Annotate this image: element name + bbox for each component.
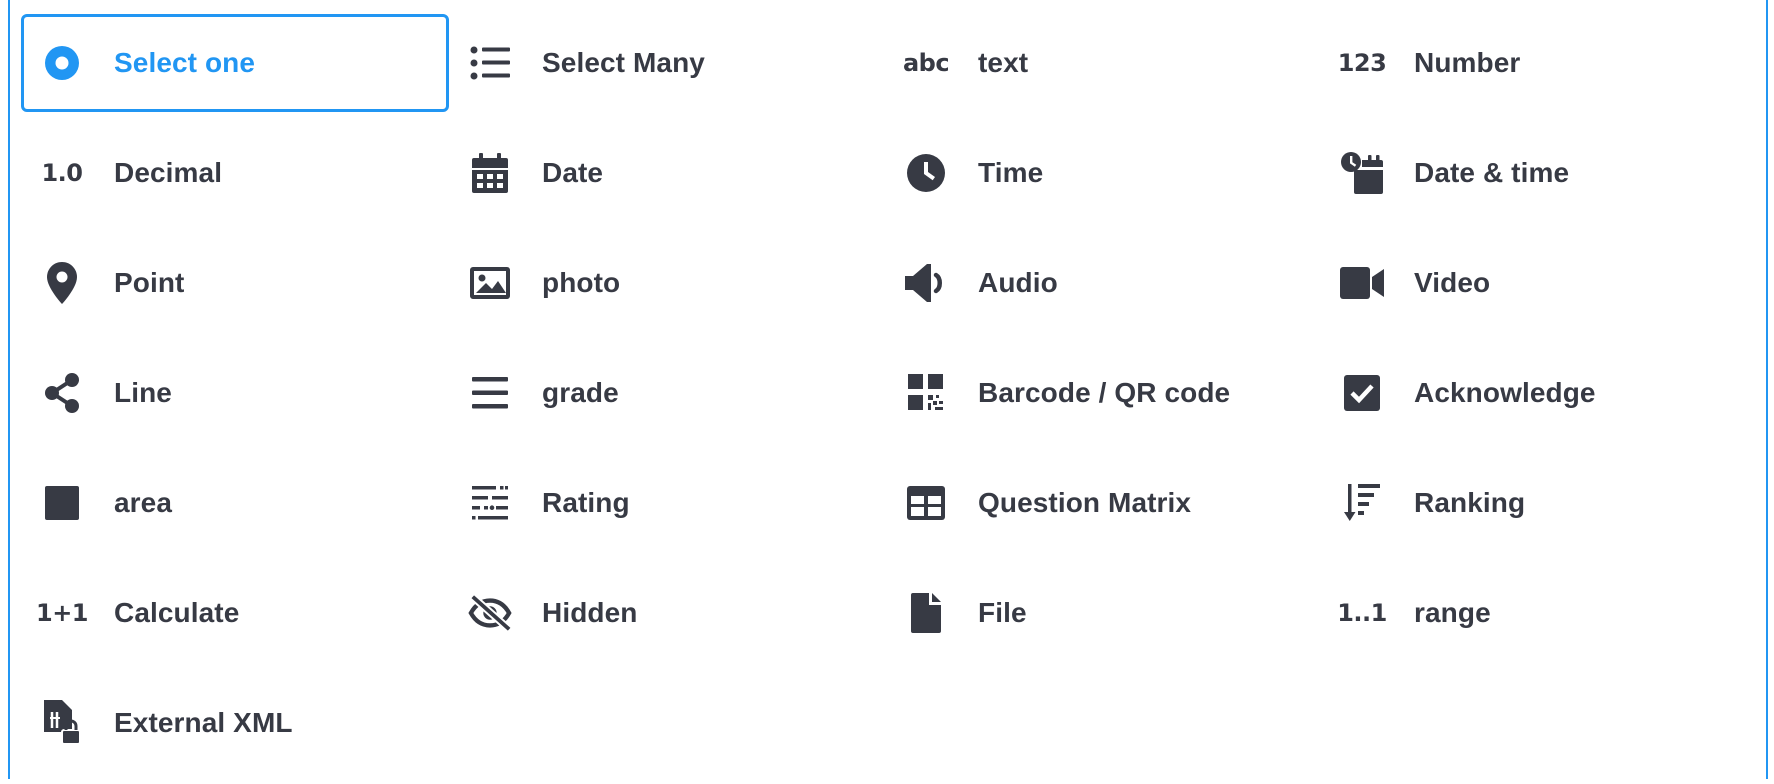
type-audio[interactable]: Audio xyxy=(885,234,1321,332)
type-date-time[interactable]: Date & time xyxy=(1321,124,1757,222)
type-select-one[interactable]: Select one xyxy=(21,14,449,112)
type-label: Select one xyxy=(114,47,256,78)
decimal-icon: 1.0 xyxy=(41,159,83,187)
type-label: Line xyxy=(114,377,172,408)
type-label: text xyxy=(978,47,1029,78)
type-grade[interactable]: grade xyxy=(449,344,885,442)
type-decimal[interactable]: 1.0 Decimal xyxy=(21,124,449,222)
calendar-icon xyxy=(468,151,512,195)
type-time[interactable]: Time xyxy=(885,124,1321,222)
type-label: photo xyxy=(542,267,621,298)
range-icon: 1..1 xyxy=(1337,599,1387,627)
type-label: Barcode / QR code xyxy=(978,377,1231,408)
type-external-xml[interactable]: External XML xyxy=(21,674,449,772)
square-icon xyxy=(40,481,84,525)
type-label: Hidden xyxy=(542,597,638,628)
checklist-icon xyxy=(468,41,512,85)
share-nodes-icon xyxy=(40,371,84,415)
type-date[interactable]: Date xyxy=(449,124,885,222)
type-label: Calculate xyxy=(114,597,240,628)
type-barcode[interactable]: Barcode / QR code xyxy=(885,344,1321,442)
text-abc-icon: abc xyxy=(902,49,950,77)
type-text[interactable]: abc text xyxy=(885,14,1321,112)
type-label: Rating xyxy=(542,487,630,518)
type-label: Video xyxy=(1414,267,1491,298)
type-line[interactable]: Line xyxy=(21,344,449,442)
type-label: area xyxy=(114,487,173,518)
type-label: Number xyxy=(1414,47,1521,78)
rating-sliders-icon xyxy=(468,481,512,525)
type-acknowledge[interactable]: Acknowledge xyxy=(1321,344,1757,442)
eye-slash-icon xyxy=(468,591,512,635)
type-number[interactable]: 123 Number xyxy=(1321,14,1757,112)
type-label: Audio xyxy=(978,267,1058,298)
lines-icon xyxy=(468,371,512,415)
type-area[interactable]: area xyxy=(21,454,449,552)
type-rating[interactable]: Rating xyxy=(449,454,885,552)
file-lock-icon xyxy=(40,700,84,745)
type-label: External XML xyxy=(114,707,293,738)
map-pin-icon xyxy=(40,261,84,305)
calculate-icon: 1+1 xyxy=(36,599,89,627)
qr-code-icon xyxy=(904,371,948,415)
type-label: Point xyxy=(114,267,185,298)
date-time-icon xyxy=(1340,151,1384,195)
table-grid-icon xyxy=(904,481,948,525)
type-label: Time xyxy=(978,157,1044,188)
type-label: Question Matrix xyxy=(978,487,1192,518)
type-label: Date & time xyxy=(1414,157,1570,188)
file-icon xyxy=(904,591,948,635)
question-type-grid: Select one Select Many abc text 123 Numb… xyxy=(21,14,1757,784)
type-label: Date xyxy=(542,157,604,188)
checkbox-checked-icon xyxy=(1340,371,1384,415)
type-calculate[interactable]: 1+1 Calculate xyxy=(21,564,449,662)
question-type-panel: Select one Select Many abc text 123 Numb… xyxy=(8,0,1768,779)
video-camera-icon xyxy=(1340,261,1384,305)
radio-button-icon xyxy=(40,41,84,85)
sort-descending-icon xyxy=(1340,481,1384,525)
type-point[interactable]: Point xyxy=(21,234,449,332)
type-ranking[interactable]: Ranking xyxy=(1321,454,1757,552)
type-label: Ranking xyxy=(1414,487,1526,518)
type-label: Select Many xyxy=(542,47,705,78)
number-123-icon: 123 xyxy=(1337,49,1387,77)
type-label: range xyxy=(1414,597,1491,628)
speaker-icon xyxy=(904,261,948,305)
type-question-matrix[interactable]: Question Matrix xyxy=(885,454,1321,552)
type-video[interactable]: Video xyxy=(1321,234,1757,332)
type-label: Decimal xyxy=(114,157,223,188)
image-icon xyxy=(468,261,512,305)
clock-icon xyxy=(904,151,948,195)
type-label: Acknowledge xyxy=(1414,377,1596,408)
type-range[interactable]: 1..1 range xyxy=(1321,564,1757,662)
type-select-many[interactable]: Select Many xyxy=(449,14,885,112)
type-label: File xyxy=(978,597,1027,628)
type-file[interactable]: File xyxy=(885,564,1321,662)
type-photo[interactable]: photo xyxy=(449,234,885,332)
type-label: grade xyxy=(542,377,619,408)
type-hidden[interactable]: Hidden xyxy=(449,564,885,662)
